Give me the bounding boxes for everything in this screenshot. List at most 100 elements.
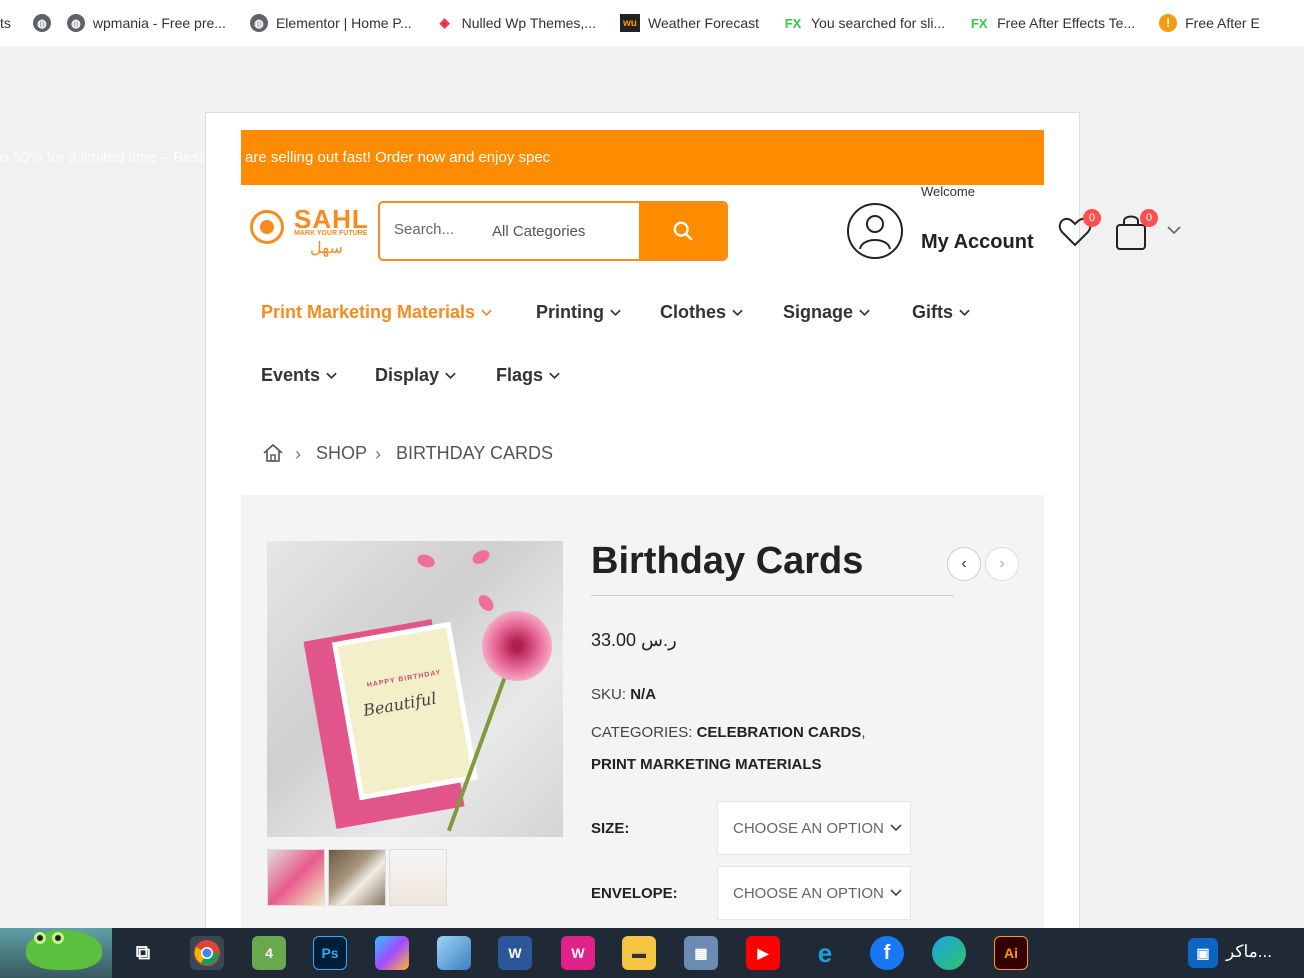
envelope-select[interactable]: CHOOSE AN OPTION [717, 866, 911, 920]
word-icon[interactable]: W [498, 936, 532, 970]
fx-icon: FX [970, 15, 988, 31]
user-icon[interactable] [847, 203, 903, 259]
sku-value: N/A [630, 686, 657, 703]
bookmark-label: Free After E [1185, 15, 1260, 31]
bookmark-item[interactable]: FX Free After Effects Te... [957, 14, 1147, 32]
bookmark-item[interactable]: ◍ wpmania - Free pre... [55, 14, 238, 32]
category-select[interactable]: All Categories [492, 223, 585, 240]
outlook-icon[interactable]: ▣ [1188, 938, 1218, 968]
card-small-text: HAPPY BIRTHDAY [366, 669, 442, 690]
nav-label: Flags [496, 365, 544, 385]
breadcrumb-separator-icon: › [295, 444, 301, 464]
thumbnail-3[interactable] [389, 849, 447, 906]
nav-label: Display [375, 365, 440, 385]
site-logo[interactable]: SAHL MARK YOUR FUTURE سهل [250, 202, 380, 260]
logo-sun-icon [250, 210, 284, 244]
chevron-down-icon [445, 372, 456, 379]
chevron-down-icon [890, 824, 902, 832]
nav-label: Print Marketing Materials [261, 302, 476, 322]
chevron-down-icon [549, 372, 560, 379]
chevron-down-icon [481, 309, 492, 316]
product-price: ر.س 33.00 [591, 630, 677, 650]
thumbnail-strip [267, 849, 447, 906]
bookmark-label: Free After Effects Te... [997, 15, 1136, 31]
search-bar: All Categories [378, 201, 728, 261]
edge-icon[interactable] [932, 936, 966, 970]
task-view-icon[interactable]: ⧉ [126, 936, 160, 970]
tray-label[interactable]: ماكر... [1226, 942, 1272, 962]
cart-count-badge: 0 [1140, 209, 1158, 227]
wishlist-count-badge: 0 [1083, 209, 1101, 227]
illustrator-icon[interactable]: Ai [994, 936, 1028, 970]
bookmark-item[interactable]: ts [0, 15, 23, 31]
category-link[interactable]: CELEBRATION CARDS [697, 724, 862, 741]
nulled-icon: ◈ [439, 15, 450, 30]
my-account-link[interactable]: My Account [921, 231, 1034, 254]
search-button[interactable] [639, 203, 726, 259]
bookmark-item[interactable]: ! Free After E [1147, 14, 1272, 32]
app-4-icon[interactable]: 4 [252, 936, 286, 970]
product-main-image[interactable]: HAPPY BIRTHDAY Beautiful [267, 541, 563, 837]
nav-label: Clothes [660, 302, 727, 322]
chevron-right-icon: › [999, 555, 1005, 572]
envelope-select-value: CHOOSE AN OPTION [733, 884, 884, 902]
youtube-icon[interactable]: ▶ [746, 936, 780, 970]
nav-display[interactable]: Display [375, 365, 456, 386]
nav-signage[interactable]: Signage [783, 302, 870, 323]
facebook-icon[interactable]: f [870, 936, 904, 970]
bookmark-item[interactable]: wu Weather Forecast [608, 14, 771, 32]
bookmark-item[interactable]: ◍ [23, 14, 55, 32]
sku-label: SKU: [591, 686, 627, 703]
calculator-icon[interactable]: ▦ [684, 936, 718, 970]
product-title: Birthday Cards [591, 540, 864, 582]
orange-icon: ! [1159, 14, 1178, 32]
nav-label: Signage [783, 302, 854, 322]
nav-print-marketing[interactable]: Print Marketing Materials [261, 302, 492, 323]
chevron-down-icon [610, 309, 621, 316]
wamp-icon[interactable]: W [561, 936, 595, 970]
chrome-icon[interactable] [190, 936, 224, 970]
size-select-value: CHOOSE AN OPTION [733, 819, 884, 837]
nav-printing[interactable]: Printing [536, 302, 621, 323]
app-glass-icon[interactable] [437, 936, 471, 970]
thumbnail-2[interactable] [328, 849, 386, 906]
next-product-button[interactable]: › [985, 547, 1019, 581]
sku-row: SKU: N/A [591, 686, 656, 703]
file-explorer-icon[interactable]: ▬ [622, 936, 656, 970]
chevron-down-icon [890, 889, 902, 897]
size-select[interactable]: CHOOSE AN OPTION [717, 801, 911, 855]
logo-tagline: MARK YOUR FUTURE [294, 230, 368, 237]
search-input[interactable] [394, 221, 474, 238]
nav-gifts[interactable]: Gifts [912, 302, 970, 323]
chevron-down-icon [959, 309, 970, 316]
petal-shape [415, 552, 437, 570]
marquee-overflow-text: o 50% for a limited time – Bests [0, 149, 211, 166]
globe-icon: ◍ [249, 14, 268, 32]
copilot-icon[interactable] [375, 936, 409, 970]
thumbnail-1[interactable] [267, 849, 325, 906]
wu-icon: wu [619, 14, 640, 32]
nav-clothes[interactable]: Clothes [660, 302, 743, 323]
chevron-down-icon[interactable] [1166, 222, 1182, 238]
breadcrumb-separator-icon: › [375, 444, 381, 464]
bookmark-item[interactable]: ◍ Elementor | Home P... [238, 14, 424, 32]
chevron-down-icon [732, 309, 743, 316]
photoshop-icon[interactable]: Ps [313, 936, 347, 970]
nav-events[interactable]: Events [261, 365, 337, 386]
nav-label: Events [261, 365, 321, 385]
bookmark-item[interactable]: FX You searched for sli... [771, 14, 957, 32]
petal-shape [470, 547, 492, 567]
nav-flags[interactable]: Flags [496, 365, 560, 386]
promo-banner: are selling out fast! Order now and enjo… [241, 130, 1044, 185]
category-link[interactable]: PRINT MARKETING MATERIALS [591, 756, 822, 773]
breadcrumb-shop[interactable]: SHOP [316, 443, 367, 464]
bookmark-item[interactable]: ◈ Nulled Wp Themes,... [424, 14, 608, 32]
home-icon[interactable] [262, 443, 284, 463]
bookmark-label: Nulled Wp Themes,... [461, 15, 596, 31]
prev-product-button[interactable]: ‹ [947, 547, 981, 581]
internet-explorer-icon[interactable]: e [808, 936, 842, 970]
chevron-left-icon: ‹ [961, 555, 967, 572]
categories-row-2: PRINT MARKETING MATERIALS [591, 756, 822, 773]
globe-icon: ◍ [66, 14, 85, 32]
frog-eye [52, 932, 64, 944]
